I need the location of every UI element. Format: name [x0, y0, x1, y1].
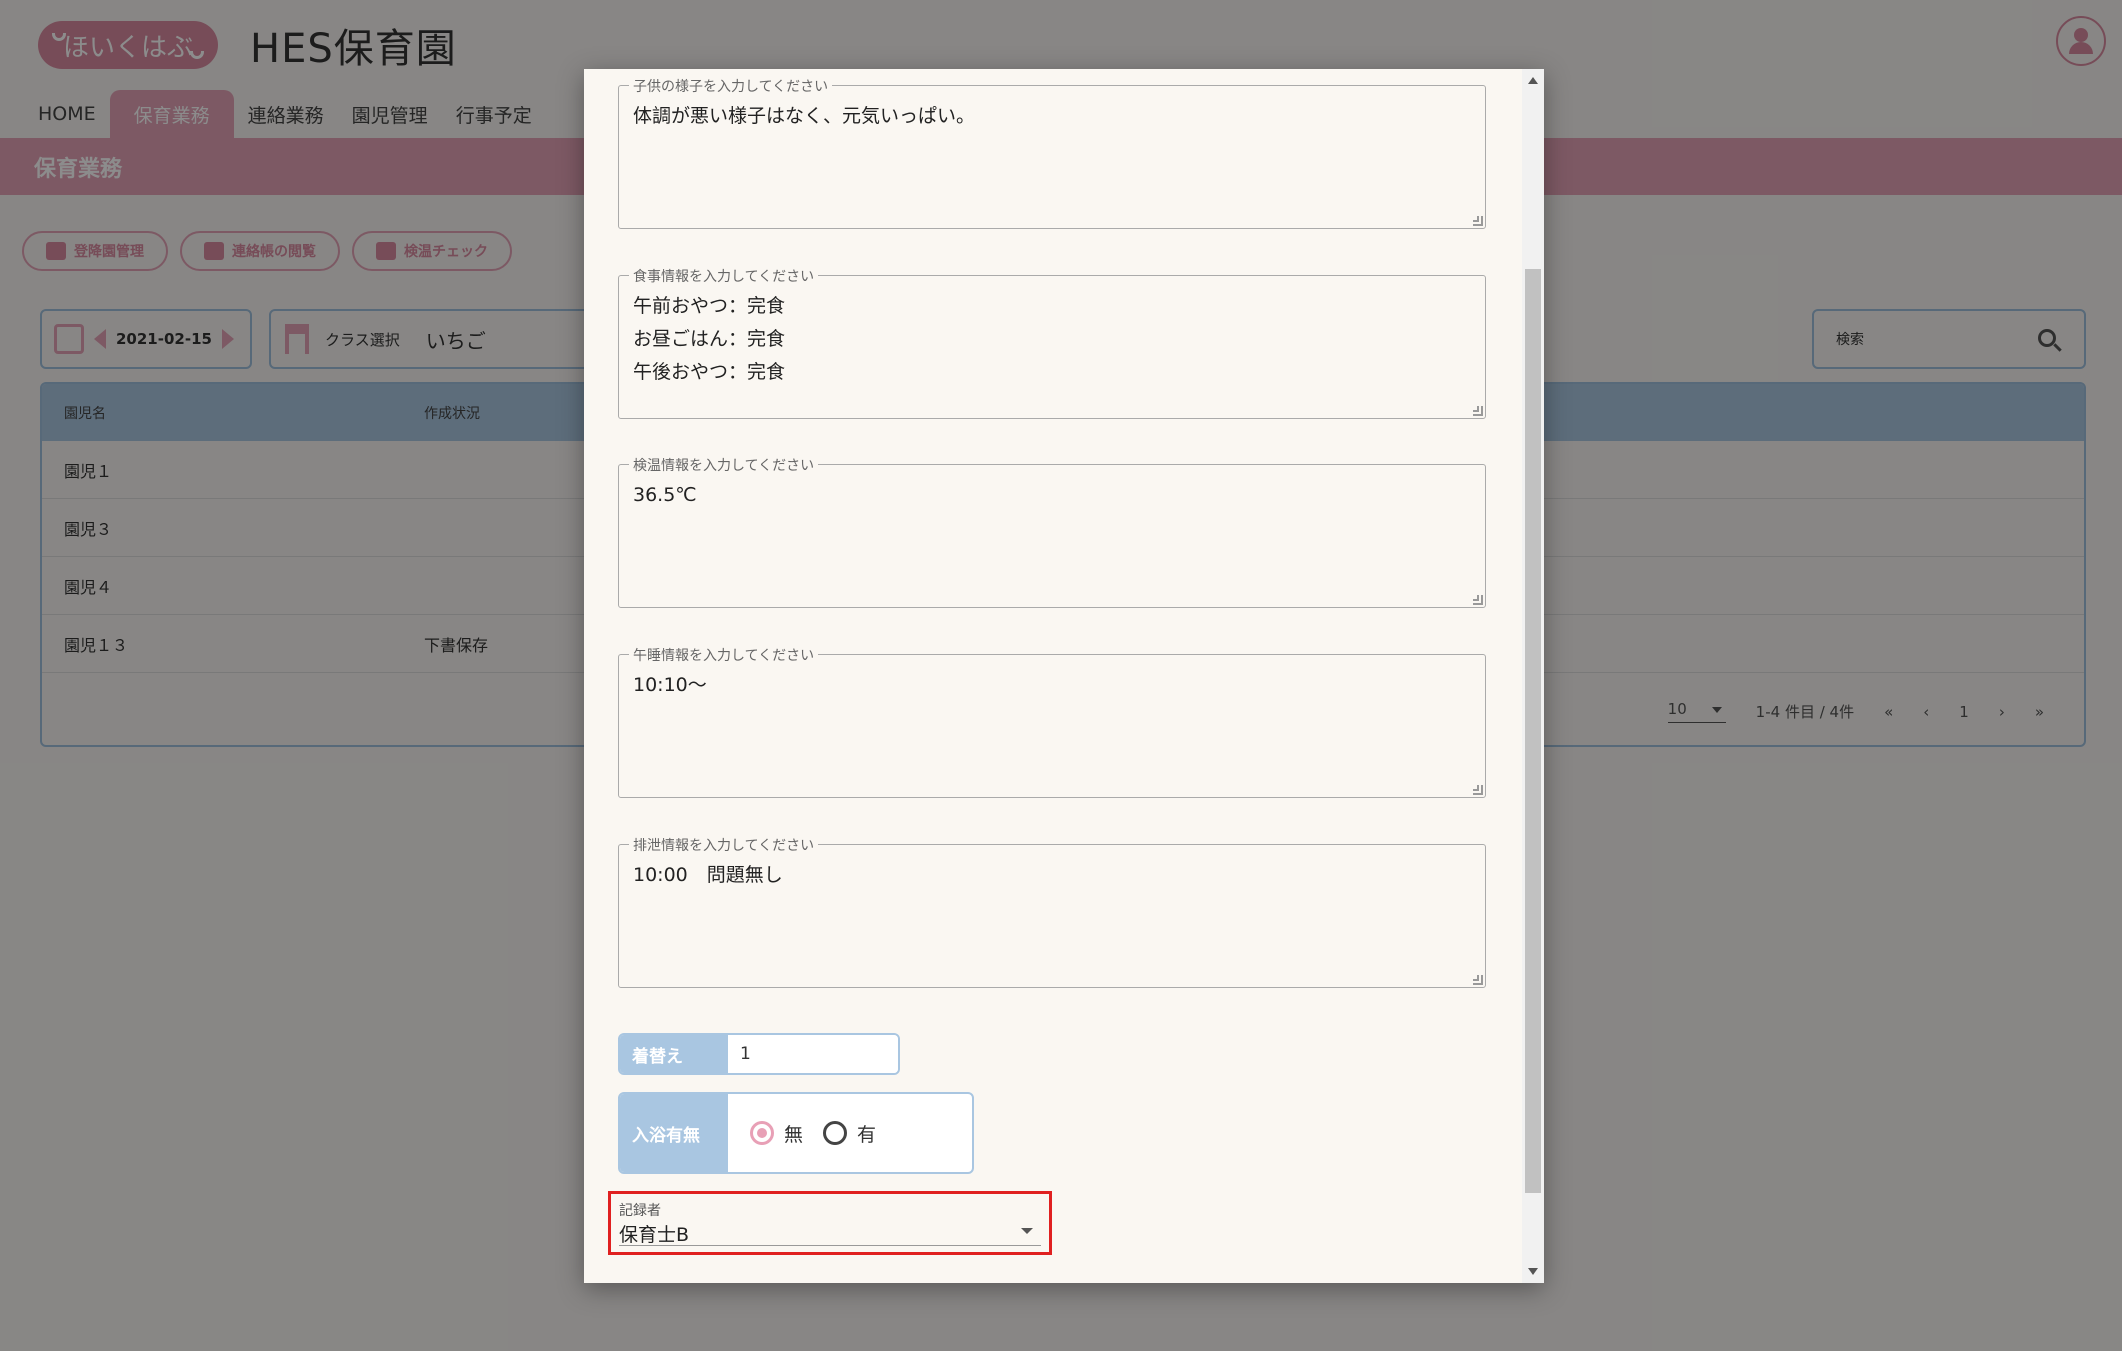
field-label: 午睡情報を入力してください — [629, 645, 819, 665]
dropdown-caret-icon[interactable] — [1021, 1228, 1033, 1234]
resize-handle-icon[interactable] — [1473, 785, 1483, 795]
resize-handle-icon[interactable] — [1473, 406, 1483, 416]
toilet-info-field[interactable]: 排泄情報を入力してください 10:00 問題無し — [618, 835, 1486, 988]
field-label: 食事情報を入力してください — [629, 266, 819, 286]
modal-scrollbar[interactable] — [1522, 69, 1544, 1283]
radio-label: 有 — [857, 1123, 877, 1146]
field-label: 排泄情報を入力してください — [629, 835, 819, 855]
radio-label: 無 — [784, 1123, 804, 1146]
scroll-down-icon[interactable] — [1528, 1268, 1538, 1275]
temperature-info-field[interactable]: 検温情報を入力してください 36.5℃ — [618, 455, 1486, 608]
scroll-thumb[interactable] — [1525, 269, 1541, 1193]
bath-row: 入浴有無 無 有 — [618, 1092, 974, 1174]
recorder-value: 保育士B — [619, 1224, 690, 1246]
record-dialog: 子供の様子を入力してください 体調が悪い様子はなく、元気いっぱい。 食事情報を入… — [584, 69, 1544, 1283]
resize-handle-icon[interactable] — [1473, 975, 1483, 985]
bath-label: 入浴有無 — [620, 1094, 728, 1172]
bath-radio-group: 無 有 — [728, 1094, 876, 1172]
change-clothes-label: 着替え — [620, 1035, 728, 1073]
recorder-select[interactable]: 記録者 保育士B — [608, 1191, 1052, 1255]
resize-handle-icon[interactable] — [1473, 216, 1483, 226]
field-label: 検温情報を入力してください — [629, 455, 819, 475]
bath-option-no[interactable]: 無 — [750, 1120, 803, 1147]
bath-option-yes[interactable]: 有 — [823, 1120, 876, 1147]
child-condition-field[interactable]: 子供の様子を入力してください 体調が悪い様子はなく、元気いっぱい。 — [618, 76, 1486, 229]
meal-info-field[interactable]: 食事情報を入力してください 午前おやつ：完食 お昼ごはん：完食 午後おやつ：完食 — [618, 266, 1486, 419]
change-clothes-row: 着替え 1 — [618, 1033, 900, 1075]
radio-unselected-icon[interactable] — [823, 1121, 848, 1145]
field-label: 子供の様子を入力してください — [629, 76, 833, 96]
radio-selected-icon[interactable] — [750, 1121, 774, 1145]
scroll-up-icon[interactable] — [1528, 77, 1538, 84]
nap-info-field[interactable]: 午睡情報を入力してください 10:10～ — [618, 645, 1486, 798]
recorder-label: 記録者 — [619, 1203, 661, 1219]
resize-handle-icon[interactable] — [1473, 595, 1483, 605]
change-clothes-input[interactable]: 1 — [728, 1035, 898, 1073]
field-value: 午前おやつ：完食 お昼ごはん：完食 午後おやつ：完食 — [633, 295, 786, 383]
